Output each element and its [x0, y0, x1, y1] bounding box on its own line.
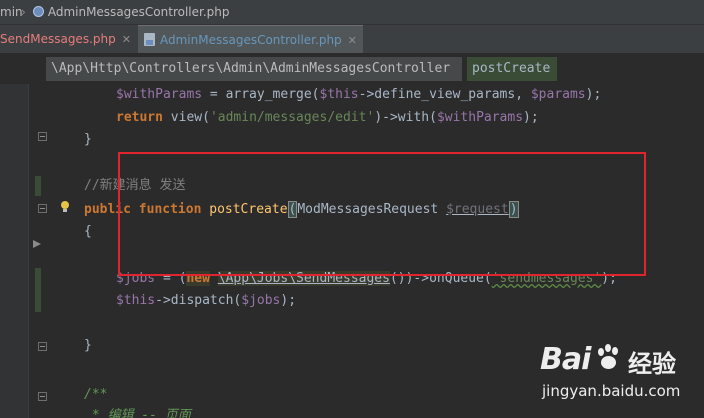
code-line: } — [84, 132, 92, 147]
fold-marker-icon[interactable] — [38, 342, 47, 351]
change-marker — [35, 268, 41, 312]
nav-separator-icon: › — [21, 5, 26, 19]
code-line: { — [84, 224, 92, 239]
change-marker — [35, 176, 41, 196]
editor-gutter — [0, 84, 75, 418]
lightbulb-icon[interactable] — [60, 201, 70, 213]
watermark-logo: Bai — [540, 342, 591, 377]
tab-adminmessagescontroller[interactable]: AdminMessagesController.php ✕ — [138, 25, 363, 53]
fold-marker-icon[interactable] — [38, 392, 47, 401]
code-line: $withParams = array_merge($this->define_… — [116, 87, 602, 102]
close-icon[interactable]: ✕ — [122, 33, 131, 46]
doc-comment-line: /** — [84, 387, 108, 402]
watermark-jingyan: 经验 — [628, 350, 676, 378]
watermark-url: jingyan.baidu.com — [542, 382, 681, 400]
tab-label: SendMessages.php — [0, 32, 116, 46]
nav-crumb-file[interactable]: AdminMessagesController.php — [33, 0, 230, 24]
php-class-icon — [33, 6, 44, 17]
close-icon[interactable]: ✕ — [348, 34, 357, 47]
breadcrumb-class-path[interactable]: \App\Http\Controllers\Admin\AdminMessage… — [46, 57, 462, 81]
arrow-marker-icon — [33, 240, 41, 248]
fold-marker-icon[interactable] — [38, 132, 47, 141]
baidu-paw-icon — [596, 344, 622, 370]
breadcrumb-method[interactable]: postCreate — [467, 57, 557, 81]
nav-crumb-folder[interactable]: min — [0, 0, 23, 24]
doc-comment-line: * 编辑 -- 页面 — [84, 408, 191, 418]
code-line: return view('admin/messages/edit')->with… — [116, 110, 539, 125]
tab-label: AdminMessagesController.php — [160, 33, 342, 47]
code-line: } — [84, 338, 92, 353]
navigation-bar: min › AdminMessagesController.php — [0, 0, 704, 25]
fold-marker-icon[interactable] — [38, 204, 47, 213]
code-line: $this->dispatch($jobs); — [116, 293, 297, 308]
editor-tab-bar: SendMessages.php ✕ AdminMessagesControlle… — [0, 25, 704, 54]
php-file-icon — [144, 33, 155, 46]
nav-crumb-file-label: AdminMessagesController.php — [47, 5, 230, 19]
gutter-divider — [28, 84, 29, 418]
tab-sendmessages[interactable]: SendMessages.php ✕ — [0, 25, 131, 53]
code-breadcrumb: \App\Http\Controllers\Admin\AdminMessage… — [0, 54, 704, 84]
baidu-jingyan-watermark: Bai 经验 jingyan.baidu.com — [540, 340, 700, 412]
highlight-annotation-box — [118, 152, 646, 276]
line-number-area — [0, 84, 28, 418]
